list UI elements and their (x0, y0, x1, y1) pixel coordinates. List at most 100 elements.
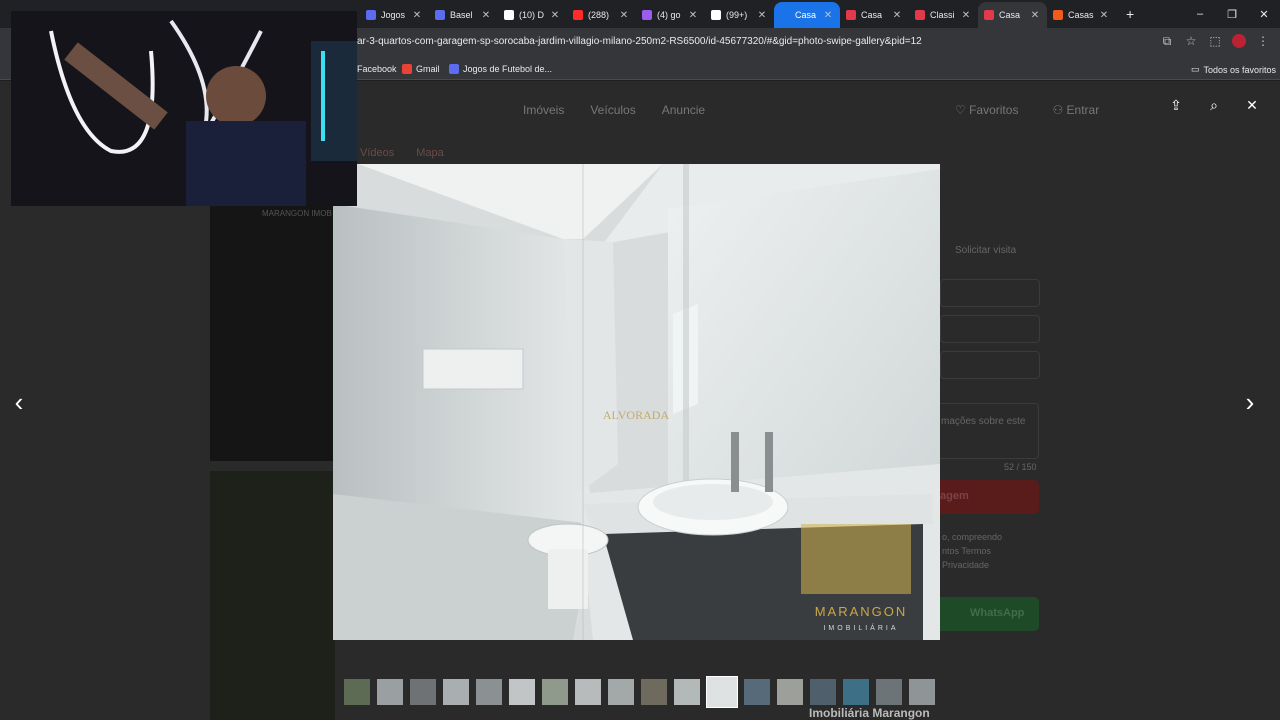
tab-close-icon[interactable]: ✕ (411, 10, 423, 21)
tab-favicon-icon (642, 10, 652, 20)
nav-anuncie[interactable]: Anuncie (662, 103, 705, 117)
browser-tab[interactable]: Classi ✕ (909, 2, 978, 28)
gallery-thumbnail[interactable] (343, 678, 371, 706)
bookmark-gmail[interactable]: Gmail (402, 64, 440, 74)
user-nav: ♡ Favoritos ⚇ Entrar (955, 103, 1099, 117)
chevron-left-icon[interactable]: ‹ (7, 387, 31, 417)
send-message-button[interactable]: agem (930, 480, 1039, 514)
privacy-link[interactable]: Privacidade (942, 560, 989, 570)
favorites-link[interactable]: ♡ Favoritos (955, 103, 1018, 117)
tab-label: (4) go (657, 10, 681, 20)
photo-watermark-logo: MARANGON (815, 604, 908, 619)
tab-close-icon[interactable]: ✕ (1029, 10, 1041, 21)
browser-tab[interactable]: Basel ✕ (429, 2, 498, 28)
whatsapp-button[interactable]: WhatsApp (930, 597, 1039, 631)
share-icon[interactable]: ⇪ (1168, 97, 1184, 113)
email-field[interactable] (940, 315, 1040, 343)
browser-tab[interactable]: Casas ✕ (1047, 2, 1116, 28)
tab-close-icon[interactable]: ✕ (549, 10, 561, 21)
tab-close-icon[interactable]: ✕ (822, 10, 834, 21)
browser-tab[interactable]: Casa ✕ (978, 2, 1047, 28)
phone-field[interactable] (940, 351, 1040, 379)
tab-close-icon[interactable]: ✕ (756, 10, 768, 21)
bookmark-jogos[interactable]: Jogos de Futebol de... (449, 64, 552, 74)
restore-icon[interactable]: ❐ (1216, 8, 1248, 21)
message-textarea[interactable]: mações sobre este (930, 403, 1039, 459)
tab-mapa[interactable]: Mapa (416, 147, 444, 159)
browser-tab[interactable]: Jogos ✕ (360, 2, 429, 28)
gallery-photo-bg: MARANGON IMOB (210, 206, 335, 461)
gmail-icon (402, 64, 412, 74)
tab-close-icon[interactable]: ✕ (480, 10, 492, 21)
gallery-thumbnail[interactable] (475, 678, 503, 706)
webcam-overlay (11, 11, 357, 206)
profile-avatar[interactable] (1232, 34, 1246, 48)
gallery-thumbnail[interactable] (875, 678, 903, 706)
new-tab-button[interactable]: + (1116, 6, 1144, 22)
tab-label: Jogos (381, 10, 406, 20)
extensions-icon[interactable]: ⬚ (1208, 34, 1222, 48)
terms-link[interactable]: ntos Termos (942, 546, 991, 556)
bookmark-facebook[interactable]: Facebook (357, 64, 397, 74)
gallery-thumbnail[interactable] (706, 676, 738, 708)
agency-name[interactable]: Imobiliária Marangon (809, 706, 930, 720)
tab-favicon-icon (846, 10, 856, 20)
browser-tab[interactable]: (4) go ✕ (636, 2, 705, 28)
menu-kebab-icon[interactable]: ⋮ (1256, 34, 1270, 48)
browser-tab[interactable]: (288) ✕ (567, 2, 636, 28)
browser-tab[interactable]: Casa ✕ (840, 2, 909, 28)
bookmark-label: Gmail (416, 64, 440, 74)
window-controls: – ❐ ✕ (1184, 0, 1280, 28)
login-link[interactable]: ⚇ Entrar (1052, 103, 1099, 117)
gallery-thumbnail[interactable] (809, 678, 837, 706)
gallery-thumbnail[interactable] (640, 678, 668, 706)
tab-favicon-icon (366, 10, 376, 20)
gallery-thumbnail[interactable] (442, 678, 470, 706)
gallery-thumbnail[interactable] (908, 678, 936, 706)
nav-imoveis[interactable]: Imóveis (523, 103, 564, 117)
bookmark-label: Jogos de Futebol de... (463, 64, 553, 74)
message-text: mações sobre este (941, 416, 1026, 427)
gallery-photo-bg (210, 471, 335, 720)
tab-close-icon[interactable]: ✕ (960, 10, 972, 21)
tab-favicon-icon (573, 10, 583, 20)
tab-favicon-icon (915, 10, 925, 20)
minimize-icon[interactable]: – (1184, 8, 1216, 20)
gallery-thumbnail[interactable] (409, 678, 437, 706)
gallery-thumbnail[interactable] (508, 678, 536, 706)
gallery-thumbnail[interactable] (776, 678, 804, 706)
bookmark-label: Facebook (357, 64, 397, 74)
browser-tab[interactable]: (99+) ✕ (705, 2, 774, 28)
close-icon[interactable]: ✕ (1244, 97, 1260, 113)
gallery-thumbnail[interactable] (541, 678, 569, 706)
install-icon[interactable]: ⧉ (1160, 34, 1174, 48)
char-count: 52 / 150 (1004, 462, 1037, 472)
all-bookmarks-folder[interactable]: ▭ Todos os favoritos (1191, 64, 1276, 75)
tab-close-icon[interactable]: ✕ (891, 10, 903, 21)
watermark-text: MARANGON IMOB (262, 209, 332, 218)
tab-label: Casa (999, 10, 1021, 20)
tab-close-icon[interactable]: ✕ (687, 10, 699, 21)
gallery-thumbnail[interactable] (376, 678, 404, 706)
close-window-icon[interactable]: ✕ (1248, 8, 1280, 21)
nav-veiculos[interactable]: Veículos (590, 103, 635, 117)
gallery-thumbnail[interactable] (743, 678, 771, 706)
browser-tab[interactable]: Casa ✕ (774, 2, 840, 28)
url-text[interactable]: ar-3-quartos-com-garagem-sp-sorocaba-jar… (357, 36, 922, 47)
tab-favicon-icon (711, 10, 721, 20)
zoom-icon[interactable]: ⌕ (1206, 97, 1222, 113)
tab-close-icon[interactable]: ✕ (1098, 10, 1110, 21)
tab-videos[interactable]: Vídeos (360, 147, 394, 159)
request-visit-label[interactable]: Solicitar visita (955, 245, 1016, 256)
tab-close-icon[interactable]: ✕ (618, 10, 630, 21)
name-field[interactable] (940, 279, 1040, 307)
gallery-thumbnail[interactable] (607, 678, 635, 706)
gallery-thumbnail[interactable] (842, 678, 870, 706)
chevron-right-icon[interactable]: › (1238, 387, 1262, 417)
terms-text: o, compreendo (942, 532, 1003, 542)
gallery-thumbnail[interactable] (673, 678, 701, 706)
photo-watermark-center: ALVORADA (603, 408, 670, 422)
bookmark-star-icon[interactable]: ☆ (1184, 34, 1198, 48)
browser-tab[interactable]: (10) D ✕ (498, 2, 567, 28)
gallery-thumbnail[interactable] (574, 678, 602, 706)
